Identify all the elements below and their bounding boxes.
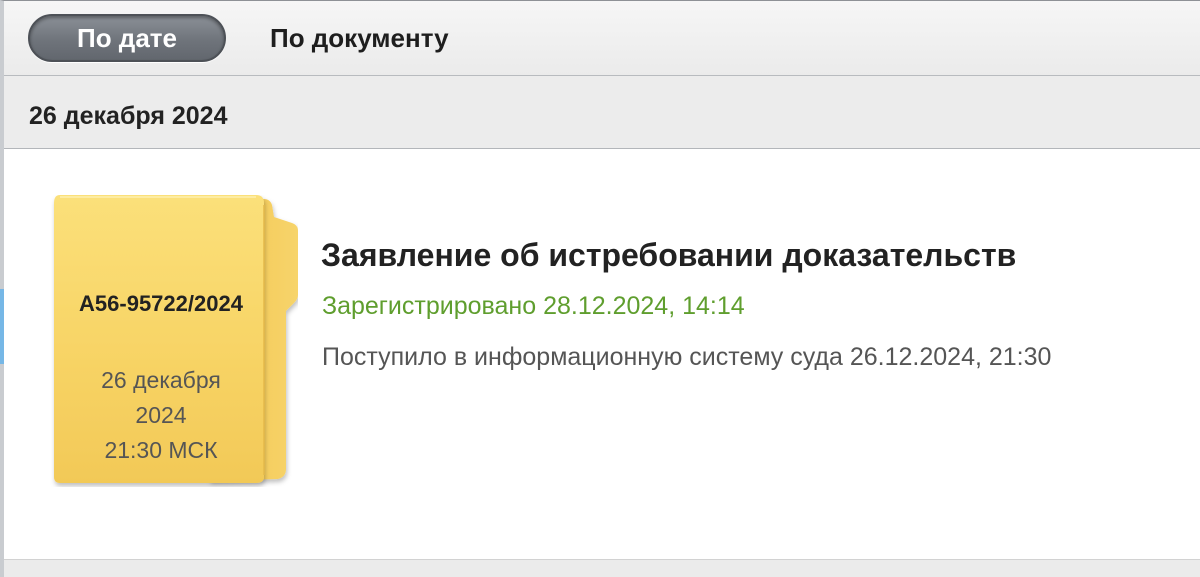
folder-icon: А56-95722/2024 26 декабря 2024 21:30 МСК xyxy=(50,195,298,487)
selection-indicator xyxy=(0,289,4,364)
date-group-header: 26 декабря 2024 xyxy=(4,76,1200,149)
folder-case-number: А56-95722/2024 xyxy=(79,291,243,316)
registration-status: Зарегистрировано 28.12.2024, 14:14 xyxy=(322,292,745,320)
received-info: Поступило в информационную систему суда … xyxy=(322,343,1052,371)
date-group-title: 26 декабря 2024 xyxy=(29,102,228,130)
folder-date-line2: 2024 xyxy=(135,402,187,428)
view-toggle-bar: По дате По документу xyxy=(4,1,1200,76)
next-group-header xyxy=(4,559,1200,577)
document-list-item[interactable]: А56-95722/2024 26 декабря 2024 21:30 МСК… xyxy=(0,149,1200,559)
sort-by-date-button[interactable]: По дате xyxy=(28,14,226,62)
folder-time: 21:30 МСК xyxy=(104,437,218,463)
folder-date-line1: 26 декабря xyxy=(101,367,221,393)
document-title[interactable]: Заявление об истребовании доказательств xyxy=(321,237,1016,274)
document-list-panel: По дате По документу 26 декабря 2024 А56… xyxy=(0,0,1200,577)
folder-datetime: 26 декабря 2024 21:30 МСК xyxy=(50,363,272,468)
sort-by-document-button[interactable]: По документу xyxy=(254,14,465,62)
